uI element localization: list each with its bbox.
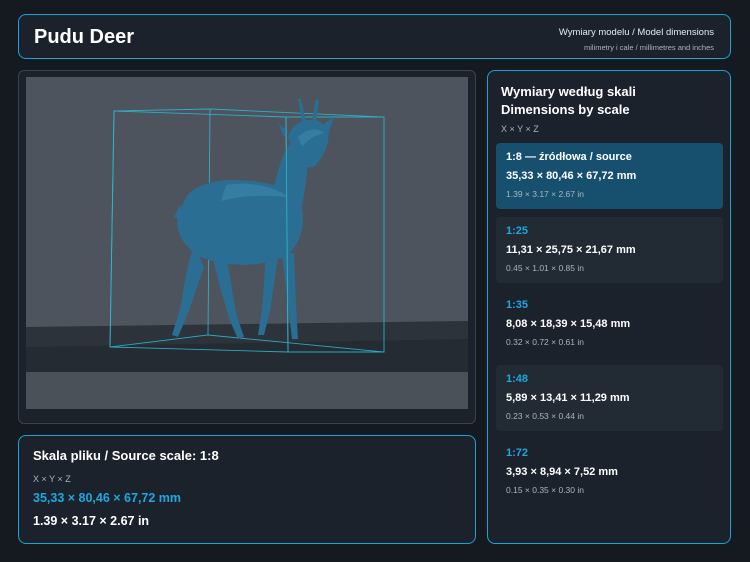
scales-axes-label: X × Y × Z xyxy=(501,124,539,134)
model-viewer[interactable] xyxy=(18,70,476,424)
scale-dimensions-mm: 8,08 × 18,39 × 15,48 mm xyxy=(506,318,631,330)
scale-dimensions-in: 1.39 × 3.17 × 2.67 in xyxy=(506,189,584,199)
scale-dimensions-mm: 35,33 × 80,46 × 67,72 mm xyxy=(506,170,637,182)
scale-card-1-35[interactable]: 1:35 8,08 × 18,39 × 15,48 mm 0.32 × 0.72… xyxy=(496,291,723,357)
scales-title-en: Dimensions by scale xyxy=(501,102,630,117)
scale-card-1-25[interactable]: 1:25 11,31 × 25,75 × 21,67 mm 0.45 × 1.0… xyxy=(496,217,723,283)
scale-dimensions-in: 0.23 × 0.53 × 0.44 in xyxy=(506,411,584,421)
scale-dimensions-in: 0.32 × 0.72 × 0.61 in xyxy=(506,337,584,347)
scale-name: 1:8 — źródłowa / source xyxy=(506,151,632,163)
scale-name: 1:72 xyxy=(506,447,529,459)
model-title: Pudu Deer xyxy=(34,26,135,48)
header-panel: Pudu Deer Wymiary modelu / Model dimensi… xyxy=(18,14,731,59)
source-dimensions-mm: 35,33 × 80,46 × 67,72 mm xyxy=(33,491,182,505)
scale-name: 1:48 xyxy=(506,373,529,385)
scale-card-1-72[interactable]: 1:72 3,93 × 8,94 × 7,52 mm 0.15 × 0.35 ×… xyxy=(496,439,723,505)
scale-dimensions-mm: 5,89 × 13,41 × 11,29 mm xyxy=(506,392,630,404)
scale-dimensions-in: 0.15 × 0.35 × 0.30 in xyxy=(506,485,584,495)
scale-dimensions-mm: 3,93 × 8,94 × 7,52 mm xyxy=(506,466,618,478)
scale-dimensions-in: 0.45 × 1.01 × 0.85 in xyxy=(506,263,584,273)
scale-name: 1:25 xyxy=(506,225,529,237)
scale-card-1-8[interactable]: 1:8 — źródłowa / source 35,33 × 80,46 × … xyxy=(496,143,723,209)
scale-dimensions-mm: 11,31 × 25,75 × 21,67 mm xyxy=(506,244,636,256)
source-axes-label: X × Y × Z xyxy=(33,474,71,484)
scales-panel: Wymiary według skali Dimensions by scale… xyxy=(487,70,731,544)
scale-name: 1:35 xyxy=(506,299,529,311)
scale-card-1-48[interactable]: 1:48 5,89 × 13,41 × 11,29 mm 0.23 × 0.53… xyxy=(496,365,723,431)
deer-model-render xyxy=(26,99,468,409)
scales-title-pl: Wymiary według skali xyxy=(501,84,636,99)
source-scale-title: Skala pliku / Source scale: 1:8 xyxy=(33,448,219,463)
source-scale-panel: Skala pliku / Source scale: 1:8 X × Y × … xyxy=(18,435,476,544)
header-subtitle: Wymiary modelu / Model dimensions xyxy=(558,27,714,38)
viewport-3d[interactable] xyxy=(26,77,468,409)
header-units-note: milimetry i cale / millimetres and inche… xyxy=(583,43,714,52)
ground-strip xyxy=(26,372,468,409)
source-dimensions-in: 1.39 × 3.17 × 2.67 in xyxy=(33,514,150,528)
